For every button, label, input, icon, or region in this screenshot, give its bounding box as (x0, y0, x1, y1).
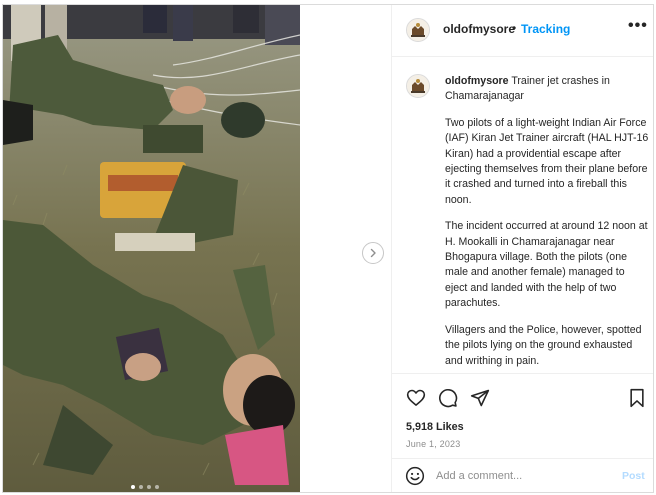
send-icon (470, 389, 490, 407)
post-comment-button[interactable]: Post (622, 470, 645, 482)
comment-button[interactable] (438, 388, 458, 413)
post-header: oldofmysore • Tracking ••• (392, 5, 653, 57)
post-details-panel: oldofmysore • Tracking ••• oldofmysore T… (391, 5, 653, 492)
post-date[interactable]: June 1, 2023 (406, 439, 460, 449)
bookmark-icon (630, 388, 644, 408)
emoji-button[interactable] (405, 466, 425, 491)
caption-paragraph: Two pilots of a light-weight Indian Air … (445, 116, 649, 206)
save-button[interactable] (628, 388, 646, 413)
header-separator: • (512, 21, 517, 35)
comment-bar: Post (392, 458, 653, 492)
likes-count[interactable]: 5,918 Likes (406, 421, 464, 433)
post-actions: 5,918 Likes June 1, 2023 (392, 373, 653, 458)
caption-section: oldofmysore Trainer jet crashes in Chama… (392, 57, 653, 373)
comment-input[interactable] (436, 467, 606, 485)
heart-icon (406, 389, 426, 406)
chevron-right-icon (370, 248, 376, 258)
carousel-dot (155, 485, 159, 489)
more-options-icon[interactable]: ••• (628, 17, 648, 35)
carousel-dot (139, 485, 143, 489)
caption-paragraph: Villagers and the Police, however, spott… (445, 323, 642, 367)
carousel-dots (131, 485, 159, 489)
instagram-post: oldofmysore • Tracking ••• oldofmysore T… (2, 4, 654, 493)
profile-logo-icon (407, 19, 429, 41)
profile-logo-icon (407, 75, 429, 97)
caption-avatar[interactable] (406, 74, 430, 98)
caption-username[interactable]: oldofmysore (445, 75, 509, 87)
next-slide-button[interactable] (362, 242, 384, 264)
carousel-dot (147, 485, 151, 489)
carousel-dot-active (131, 485, 135, 489)
share-button[interactable] (470, 388, 490, 413)
caption-text: oldofmysore Trainer jet crashes in Chama… (445, 74, 649, 373)
tracking-button[interactable]: Tracking (521, 22, 570, 36)
caption-paragraph: The incident occurred at around 12 noon … (445, 220, 648, 310)
emoji-icon (405, 466, 425, 486)
like-button[interactable] (406, 388, 426, 413)
avatar[interactable] (406, 18, 430, 42)
comment-icon (439, 389, 458, 408)
post-photo[interactable] (3, 5, 300, 492)
header-username[interactable]: oldofmysore (443, 22, 515, 36)
post-media (3, 5, 391, 492)
caption-title-line: oldofmysore Trainer jet crashes in Chama… (445, 74, 649, 105)
